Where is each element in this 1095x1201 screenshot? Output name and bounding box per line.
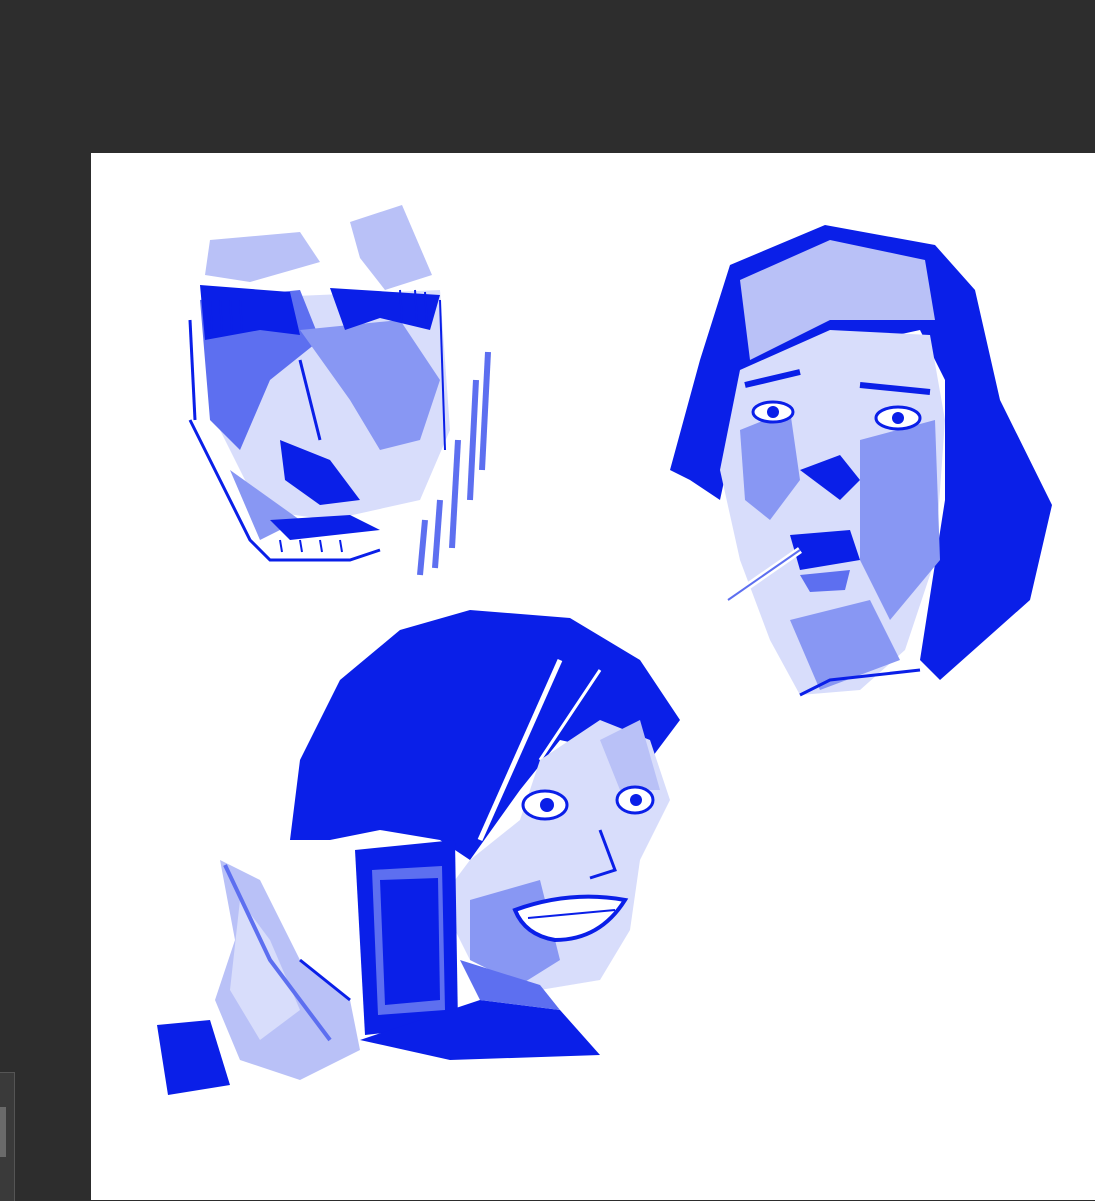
sketch-nun (670, 225, 1052, 697)
sketch-old-man (188, 205, 491, 576)
sketch-woman-with-phone (157, 610, 680, 1095)
canvas-artwork (157, 205, 1052, 1095)
app-workspace (0, 0, 1095, 1201)
